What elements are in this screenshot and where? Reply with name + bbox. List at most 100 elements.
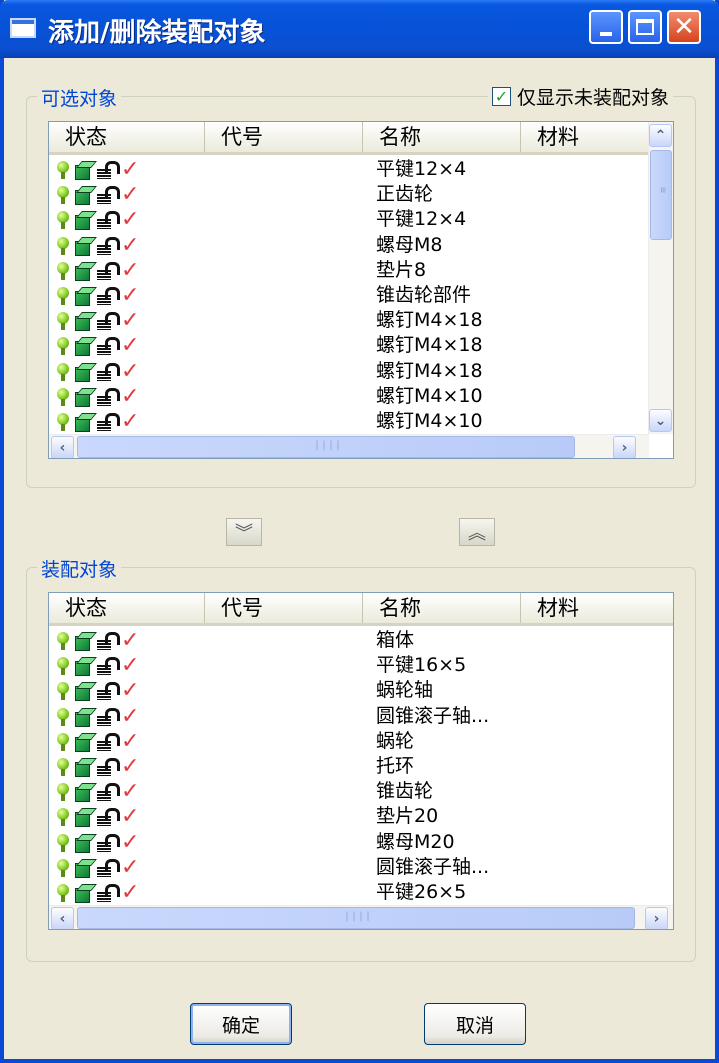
list-item[interactable]: ✓ 螺钉M4×18 — [49, 359, 648, 384]
title-bar[interactable]: 添加/删除装配对象 ✕ — [0, 0, 719, 58]
unlock-icon — [96, 782, 120, 802]
unlock-icon — [96, 858, 120, 878]
assembled-rows: ✓ 箱体 ✓ 平键16×5 ✓ 蜗轮轴 ✓ 圆锥滚子轴... ✓ 蜗轮 ✓ 托环 ✓ 锥齿轮 ✓ 垫片20 ✓ 螺… — [49, 628, 673, 904]
list-item[interactable]: ✓ 锥齿轮部件 — [49, 283, 648, 308]
list-item[interactable]: ✓ 平键12×4 — [49, 157, 648, 182]
list-item[interactable]: ✓ 正齿轮 — [49, 182, 648, 207]
thumb-grip: |||| — [344, 911, 373, 922]
column-name[interactable]: 名称 — [363, 122, 521, 152]
available-objects-label: 可选对象 — [37, 84, 122, 111]
close-button[interactable]: ✕ — [667, 10, 701, 44]
assembled-horizontal-scrollbar[interactable]: ‹ |||| › — [49, 905, 673, 929]
status-icons: ✓ — [56, 831, 176, 854]
list-item[interactable]: ✓ 螺钉M4×18 — [49, 333, 648, 358]
check-mark-icon: ✓ — [121, 207, 140, 233]
maximize-button[interactable] — [628, 10, 662, 44]
column-code[interactable]: 代号 — [205, 122, 363, 152]
vertical-scroll-thumb[interactable]: ≡ — [650, 150, 672, 240]
list-item[interactable]: ✓ 螺钉M4×10 — [49, 384, 648, 409]
check-mark-icon: ✓ — [121, 753, 140, 779]
list-item[interactable]: ✓ 螺钉M4×10 — [49, 409, 648, 433]
part-cube-icon — [73, 732, 93, 752]
item-name: 垫片8 — [376, 258, 427, 281]
column-code[interactable]: 代号 — [205, 593, 363, 623]
check-mark-icon: ✓ — [121, 728, 140, 754]
item-name: 螺钉M4×18 — [376, 334, 483, 357]
list-item[interactable]: ✓ 蜗轮轴 — [49, 678, 673, 703]
column-status[interactable]: 状态 — [49, 122, 205, 152]
thumb-grip: ≡ — [657, 187, 668, 195]
scroll-left-button[interactable]: ‹ — [51, 436, 74, 458]
part-cube-icon — [73, 185, 93, 206]
part-cube-icon — [73, 858, 93, 878]
column-status[interactable]: 状态 — [49, 593, 205, 623]
scroll-right-button[interactable]: › — [613, 436, 636, 458]
status-icons: ✓ — [56, 159, 176, 181]
check-mark-icon: ✓ — [121, 804, 140, 830]
unlock-icon — [96, 707, 120, 727]
list-item[interactable]: ✓ 平键12×4 — [49, 207, 648, 232]
horizontal-scroll-thumb[interactable]: |||| — [77, 907, 635, 929]
visibility-bulb-icon — [56, 883, 70, 903]
list-item[interactable]: ✓ 平键16×5 — [49, 653, 673, 678]
list-item[interactable]: ✓ 垫片8 — [49, 258, 648, 283]
minimize-button[interactable] — [589, 10, 623, 44]
part-cube-icon — [73, 387, 93, 407]
list-item[interactable]: ✓ 平键26×5 — [49, 880, 673, 904]
visibility-bulb-icon — [56, 362, 70, 382]
list-item[interactable]: ✓ 锥齿轮 — [49, 779, 673, 804]
check-mark-icon: ✓ — [121, 653, 140, 679]
status-icons: ✓ — [56, 385, 176, 408]
status-icons: ✓ — [56, 335, 176, 357]
list-item[interactable]: ✓ 螺母M8 — [49, 233, 648, 258]
available-vertical-scrollbar[interactable]: ⌃ ≡ ⌄ — [648, 122, 673, 434]
assembled-objects-group: 装配对象 状态 代号 名称 材料 ✓ 箱体 ✓ 平键16×5 ✓ 蜗轮轴 ✓ 圆锥滚子轴...… — [26, 555, 696, 962]
assembled-list-header: 状态 代号 名称 材料 — [49, 593, 673, 626]
visibility-bulb-icon — [56, 807, 70, 827]
part-cube-icon — [73, 210, 93, 231]
list-item[interactable]: ✓ 箱体 — [49, 628, 673, 653]
status-icons: ✓ — [56, 856, 176, 879]
horizontal-scroll-thumb[interactable]: |||| — [77, 436, 575, 458]
list-item[interactable]: ✓ 圆锥滚子轴... — [49, 704, 673, 729]
column-material[interactable]: 材料 — [521, 122, 649, 152]
item-name: 螺钉M4×18 — [376, 309, 483, 332]
column-material[interactable]: 材料 — [521, 593, 673, 623]
assembled-objects-label: 装配对象 — [37, 555, 122, 582]
item-name: 螺钉M4×18 — [376, 359, 483, 382]
list-item[interactable]: ✓ 圆锥滚子轴... — [49, 855, 673, 880]
status-icons: ✓ — [56, 806, 176, 828]
unlock-icon — [96, 412, 120, 432]
list-item[interactable]: ✓ 垫片20 — [49, 804, 673, 829]
cancel-button[interactable]: 取消 — [424, 1003, 526, 1045]
scroll-right-button[interactable]: › — [645, 907, 668, 929]
item-name: 蜗轮轴 — [376, 679, 434, 702]
assembled-objects-list[interactable]: 状态 代号 名称 材料 ✓ 箱体 ✓ 平键16×5 ✓ 蜗轮轴 ✓ 圆锥滚子轴... ✓ 蜗轮 ✓ 托… — [48, 592, 674, 930]
ok-button[interactable]: 确定 — [190, 1003, 292, 1045]
move-down-button[interactable]: ︾ — [226, 518, 262, 546]
list-item[interactable]: ✓ 托环 — [49, 754, 673, 779]
item-name: 螺母M20 — [376, 830, 455, 853]
list-item[interactable]: ✓ 蜗轮 — [49, 729, 673, 754]
scroll-up-button[interactable]: ⌃ — [649, 124, 672, 147]
status-icons: ✓ — [56, 259, 176, 282]
available-horizontal-scrollbar[interactable]: ‹ |||| › — [49, 434, 649, 458]
item-name: 圆锥滚子轴... — [376, 704, 490, 727]
visibility-bulb-icon — [56, 311, 70, 331]
visibility-bulb-icon — [56, 707, 70, 727]
available-list-header: 状态 代号 名称 材料 — [49, 122, 649, 155]
scroll-left-button[interactable]: ‹ — [51, 907, 74, 929]
available-objects-list[interactable]: 状态 代号 名称 材料 ✓ 平键12×4 ✓ 正齿轮 ✓ 平键12×4 ✓ 螺母M8 ✓ 垫片8 ✓… — [48, 121, 674, 459]
list-item[interactable]: ✓ 螺母M20 — [49, 830, 673, 855]
unlock-icon — [96, 807, 120, 827]
move-up-button[interactable]: ︽ — [459, 518, 495, 546]
unlock-icon — [96, 883, 120, 903]
column-name[interactable]: 名称 — [363, 593, 521, 623]
check-mark-icon: ✓ — [121, 879, 140, 904]
part-cube-icon — [73, 707, 93, 727]
list-item[interactable]: ✓ 螺钉M4×18 — [49, 308, 648, 333]
show-unassembled-only-option[interactable]: ✓ 仅显示未装配对象 — [487, 83, 673, 110]
scroll-down-button[interactable]: ⌄ — [649, 409, 672, 432]
show-unassembled-only-checkbox[interactable]: ✓ — [491, 87, 511, 106]
status-icons: ✓ — [56, 284, 176, 307]
